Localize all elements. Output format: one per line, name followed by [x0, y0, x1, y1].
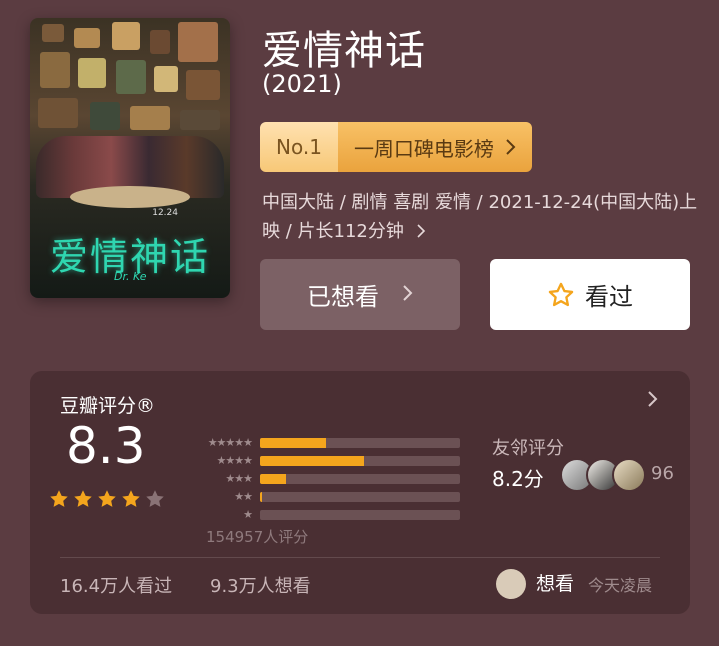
friends-rating-score: 8.2分	[492, 467, 544, 491]
distribution-bar-track	[260, 456, 460, 466]
poster-frame-art	[90, 102, 120, 130]
distribution-bar-track	[260, 492, 460, 502]
distribution-bar-track	[260, 510, 460, 520]
poster-date-text: 12.24	[152, 208, 178, 218]
want-count: 9.3万人想看	[210, 576, 311, 597]
movie-title: 爱情神话	[262, 28, 426, 74]
distribution-stars-label: ★★★★	[216, 453, 253, 467]
rating-card[interactable]: 豆瓣评分® 8.3 ★★★★★ ★★★★ ★★★ ★★ ★ 154957人评分 友邻评分…	[30, 371, 690, 614]
rating-distribution-row: ★★★	[180, 469, 460, 487]
star-filled-icon	[74, 490, 92, 507]
distribution-stars-label: ★★★	[225, 471, 253, 485]
poster-frame-art	[116, 60, 146, 94]
rating-distribution-row: ★★	[180, 487, 460, 505]
user-status: 想看	[536, 573, 575, 595]
poster-frame-art	[186, 70, 220, 100]
rank-label: 一周口碑电影榜	[353, 136, 494, 161]
chevron-right-icon	[416, 218, 426, 247]
friends-count: 96	[651, 463, 674, 484]
poster-frame-art	[38, 98, 78, 128]
poster-frame-art	[154, 66, 178, 92]
rating-count: 154957人评分	[206, 528, 309, 546]
rating-distribution: ★★★★★ ★★★★ ★★★ ★★ ★	[180, 433, 460, 523]
movie-year: (2021)	[262, 70, 342, 98]
poster-frame-art	[112, 22, 140, 50]
rating-score: 8.3	[66, 417, 146, 475]
poster-frame-art	[180, 110, 220, 130]
star-outline-icon	[547, 281, 575, 309]
rating-stars	[48, 488, 166, 510]
watched-button[interactable]: 看过	[490, 259, 690, 330]
movie-meta-text: 中国大陆 / 剧情 喜剧 爱情 / 2021-12-24(中国大陆)上映 / 片…	[262, 192, 698, 242]
star-filled-icon	[98, 490, 116, 507]
user-status-time: 今天凌晨	[588, 576, 653, 595]
avatar	[612, 458, 646, 492]
poster-signature-art: Dr. Ke	[114, 270, 147, 283]
want-to-watch-label: 已想看	[307, 283, 379, 311]
distribution-stars-label: ★★	[234, 489, 253, 503]
divider	[60, 557, 660, 558]
star-filled-icon	[122, 490, 140, 507]
poster-frame-art	[74, 28, 100, 48]
rank-number: No.1	[260, 122, 338, 172]
chevron-right-icon[interactable]	[646, 389, 658, 415]
chevron-right-icon	[504, 138, 516, 156]
poster-table-art	[70, 186, 190, 208]
distribution-bar-fill	[260, 474, 286, 484]
star-empty-icon	[146, 490, 164, 507]
poster-frame-art	[42, 24, 64, 42]
poster-frame-art	[178, 22, 218, 62]
avatar[interactable]	[496, 569, 526, 599]
rating-distribution-row: ★★★★	[180, 451, 460, 469]
distribution-bar-track	[260, 474, 460, 484]
rank-badge[interactable]: No.1 一周口碑电影榜	[260, 122, 532, 172]
friends-avatars[interactable]	[560, 458, 646, 492]
poster-frame-art	[150, 30, 170, 54]
star-filled-icon	[50, 490, 68, 507]
distribution-stars-label: ★	[243, 507, 253, 521]
chevron-right-icon	[401, 283, 413, 307]
rank-label-wrap: 一周口碑电影榜	[337, 122, 532, 172]
friends-rating-label: 友邻评分	[492, 438, 564, 459]
douban-rating-label: 豆瓣评分®	[60, 395, 156, 417]
watched-label: 看过	[585, 283, 633, 311]
want-to-watch-button[interactable]: 已想看	[260, 259, 460, 330]
distribution-bar-fill	[260, 456, 364, 466]
rating-distribution-row: ★	[180, 505, 460, 523]
distribution-stars-label: ★★★★★	[207, 435, 253, 449]
poster-frame-art	[130, 106, 170, 130]
movie-poster[interactable]: 12.24 爱情神话 Dr. Ke	[30, 18, 230, 298]
poster-frame-art	[40, 52, 70, 88]
distribution-bar-fill	[260, 438, 326, 448]
watched-count: 16.4万人看过	[60, 576, 173, 597]
movie-meta-info[interactable]: 中国大陆 / 剧情 喜剧 爱情 / 2021-12-24(中国大陆)上映 / 片…	[262, 188, 702, 247]
distribution-bar-track	[260, 438, 460, 448]
rating-distribution-row: ★★★★★	[180, 433, 460, 451]
distribution-bar-fill	[260, 492, 262, 502]
poster-frame-art	[78, 58, 106, 88]
